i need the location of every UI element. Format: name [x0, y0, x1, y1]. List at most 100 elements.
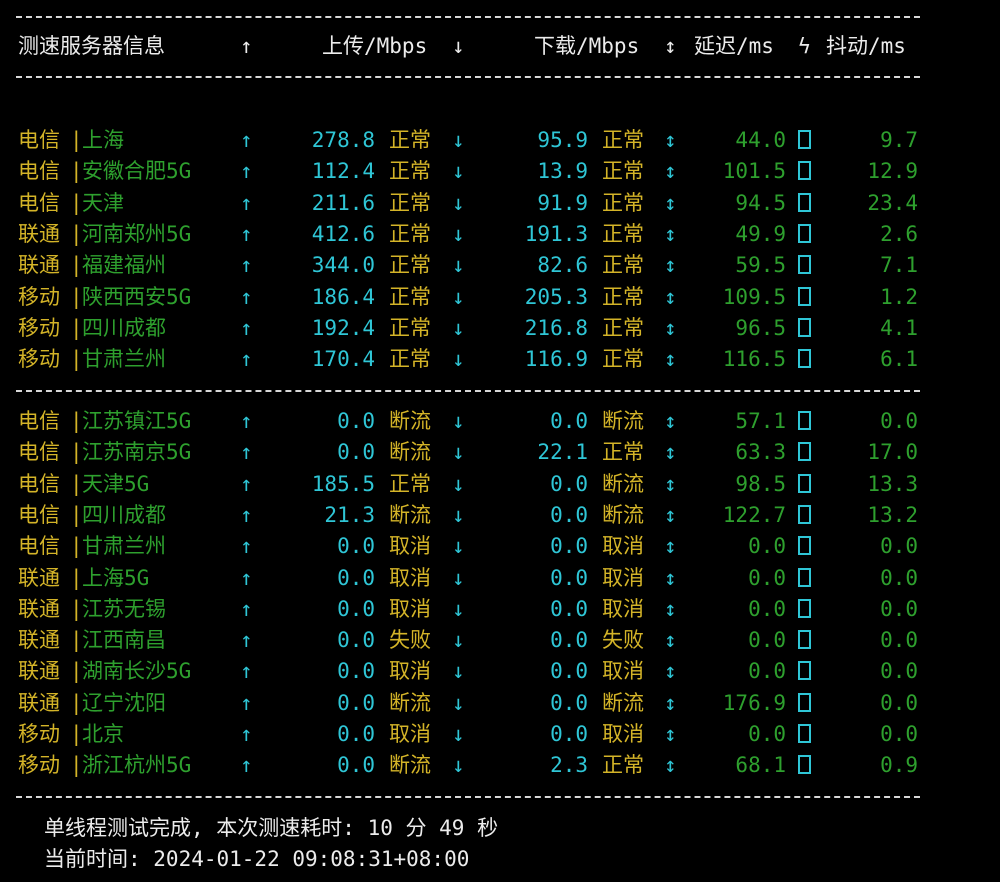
- upload-value: 412.6: [311, 221, 375, 246]
- upload-value: 0.0: [337, 753, 375, 778]
- download-value: 95.9: [537, 128, 588, 152]
- separator-bar: |: [70, 128, 83, 152]
- down-arrow-icon: ↓: [452, 128, 465, 152]
- latency-value: 59.5: [735, 253, 786, 278]
- missing-glyph-box-icon: [798, 344, 811, 375]
- missing-glyph-box-icon: [798, 500, 811, 531]
- jitter-value: 0.0: [880, 409, 918, 433]
- up-arrow-icon: ↑: [240, 722, 253, 746]
- missing-glyph-box-icon: [798, 406, 811, 437]
- upload-value: 344.0: [311, 253, 375, 278]
- latency-value: 0.0: [748, 534, 786, 559]
- jitter-value: 6.1: [880, 347, 918, 372]
- jitter-value: 0.0: [880, 628, 918, 653]
- download-status: 正常: [602, 159, 644, 184]
- missing-glyph-box-icon: [798, 313, 811, 344]
- updown-arrow-icon: ↕: [664, 253, 677, 278]
- separator-bar: |: [70, 659, 83, 684]
- header-upload: 上传/Mbps: [322, 34, 428, 58]
- up-arrow-icon: ↑: [240, 253, 253, 278]
- updown-arrow-icon: ↕: [664, 190, 677, 215]
- upload-value: 278.8: [311, 128, 375, 152]
- latency-value: 176.9: [722, 690, 786, 715]
- separator-bar: |: [70, 753, 83, 778]
- upload-value: 0.0: [337, 690, 375, 715]
- city-name: 上海5G: [82, 565, 150, 590]
- upload-status: 正常: [389, 221, 431, 246]
- latency-value: 57.1: [735, 409, 786, 433]
- up-arrow-icon: ↑: [240, 659, 253, 684]
- jitter-value: 0.0: [880, 659, 918, 684]
- latency-value: 63.3: [735, 440, 786, 465]
- city-name: 天津: [82, 190, 124, 215]
- header-latency: 延迟/ms: [694, 34, 774, 58]
- download-status: 断流: [602, 502, 644, 527]
- updown-arrow-icon: ↕: [664, 347, 677, 372]
- missing-glyph-box-icon: [798, 656, 811, 687]
- latency-value: 68.1: [735, 753, 786, 778]
- separator-bar: |: [70, 253, 83, 278]
- updown-arrow-icon: ↕: [664, 596, 677, 621]
- down-arrow-icon: ↓: [452, 628, 465, 653]
- missing-glyph-box-icon: [798, 188, 811, 219]
- missing-glyph-box-icon: [798, 531, 811, 562]
- header-jitter: 抖动/ms: [826, 34, 906, 58]
- download-status: 正常: [602, 284, 644, 309]
- table-row: 电信 | 江苏南京5G ↑ 0.0 断流 ↓ 22.1 正常 ↕ 63.3 17.0: [0, 437, 1000, 468]
- upload-status: 正常: [389, 253, 431, 278]
- table-row: 联通 | 福建福州 ↑ 344.0 正常 ↓ 82.6 正常 ↕ 59.5 7.1: [0, 250, 1000, 281]
- missing-glyph-box-icon: [798, 125, 811, 156]
- separator-bottom: [16, 796, 920, 798]
- download-status: 断流: [602, 471, 644, 496]
- table-row: 移动 | 浙江杭州5G ↑ 0.0 断流 ↓ 2.3 正常 ↕ 68.1 0.9: [0, 750, 1000, 781]
- upload-status: 断流: [389, 690, 431, 715]
- download-value: 0.0: [550, 628, 588, 653]
- isp-name: 电信: [18, 190, 60, 215]
- table-row: 电信 | 四川成都 ↑ 21.3 断流 ↓ 0.0 断流 ↕ 122.7 13.2: [0, 500, 1000, 531]
- upload-value: 0.0: [337, 440, 375, 465]
- upload-status: 正常: [389, 471, 431, 496]
- jitter-value: 17.0: [867, 440, 918, 465]
- upload-value: 0.0: [337, 534, 375, 559]
- summary-current-time: 当前时间: 2024-01-22 09:08:31+08:00: [44, 847, 470, 871]
- table-row: 电信 | 甘肃兰州 ↑ 0.0 取消 ↓ 0.0 取消 ↕ 0.0 0.0: [0, 531, 1000, 562]
- jitter-value: 4.1: [880, 315, 918, 340]
- download-status: 正常: [602, 128, 644, 152]
- download-status: 取消: [602, 722, 644, 746]
- updown-arrow-icon: ↕: [664, 502, 677, 527]
- upload-status: 断流: [389, 440, 431, 465]
- download-value: 0.0: [550, 596, 588, 621]
- upload-value: 0.0: [337, 565, 375, 590]
- separator-bar: |: [70, 471, 83, 496]
- separator-bar: |: [70, 596, 83, 621]
- missing-glyph-box-icon: [798, 437, 811, 468]
- separator-bar: |: [70, 190, 83, 215]
- download-value: 82.6: [537, 253, 588, 278]
- isp-name: 联通: [18, 565, 60, 590]
- download-value: 0.0: [550, 722, 588, 746]
- download-status: 正常: [602, 221, 644, 246]
- download-value: 91.9: [537, 190, 588, 215]
- download-value: 0.0: [550, 502, 588, 527]
- city-name: 江苏镇江5G: [82, 409, 192, 433]
- isp-name: 电信: [18, 409, 60, 433]
- terminal-window: 测速服务器信息 ↑ 上传/Mbps ↓ 下载/Mbps ↕ 延迟/ms ϟ 抖动…: [0, 0, 1000, 882]
- upload-value: 185.5: [311, 471, 375, 496]
- table-row: 联通 | 辽宁沈阳 ↑ 0.0 断流 ↓ 0.0 断流 ↕ 176.9 0.0: [0, 688, 1000, 719]
- jitter-value: 9.7: [880, 128, 918, 152]
- updown-arrow-icon: ↕: [664, 534, 677, 559]
- table-row: 电信 | 安徽合肥5G ↑ 112.4 正常 ↓ 13.9 正常 ↕ 101.5 12.9: [0, 156, 1000, 187]
- upload-status: 取消: [389, 534, 431, 559]
- down-arrow-icon: ↓: [452, 315, 465, 340]
- updown-arrow-icon: ↕: [664, 284, 677, 309]
- table-row: 联通 | 江西南昌 ↑ 0.0 失败 ↓ 0.0 失败 ↕ 0.0 0.0: [0, 625, 1000, 656]
- download-value: 191.3: [524, 221, 588, 246]
- download-status: 正常: [602, 190, 644, 215]
- separator-bar: |: [70, 347, 83, 372]
- separator-bar: |: [70, 565, 83, 590]
- header-down-arrow-icon: ↓: [452, 34, 465, 58]
- table-header: 测速服务器信息 ↑ 上传/Mbps ↓ 下载/Mbps ↕ 延迟/ms ϟ 抖动…: [0, 31, 1000, 62]
- updown-arrow-icon: ↕: [664, 471, 677, 496]
- latency-value: 0.0: [748, 722, 786, 746]
- city-name: 甘肃兰州: [82, 534, 166, 559]
